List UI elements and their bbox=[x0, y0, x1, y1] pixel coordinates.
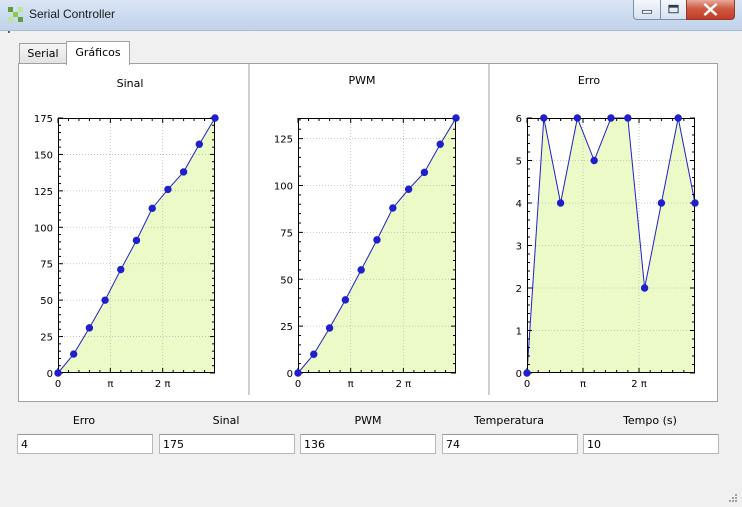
y-tick-label: 2 bbox=[516, 284, 522, 295]
data-point bbox=[389, 204, 397, 212]
data-point bbox=[420, 168, 429, 177]
tempo-field[interactable]: 10 bbox=[583, 434, 719, 454]
data-point bbox=[325, 324, 334, 332]
data-point bbox=[179, 168, 188, 176]
y-tick-label: 0 bbox=[47, 369, 53, 380]
x-tick-label: 2 π bbox=[631, 379, 647, 390]
y-tick-label: 5 bbox=[516, 157, 522, 168]
data-point bbox=[452, 114, 460, 122]
y-tick-label: 75 bbox=[40, 260, 53, 271]
y-tick-label: 175 bbox=[34, 114, 53, 125]
y-tick-label: 75 bbox=[280, 228, 293, 239]
data-point bbox=[69, 350, 78, 358]
data-point bbox=[590, 156, 598, 165]
y-tick-label: 1 bbox=[516, 327, 522, 338]
y-tick-label: 25 bbox=[40, 333, 53, 344]
data-point bbox=[573, 114, 582, 122]
data-point bbox=[132, 236, 141, 245]
tempo-label: Tempo (s) bbox=[623, 414, 677, 427]
y-tick-label: 4 bbox=[516, 199, 522, 210]
data-point bbox=[148, 204, 156, 213]
pwm-label: PWM bbox=[354, 414, 382, 427]
x-tick-label: π bbox=[580, 379, 586, 390]
y-tick-label: 3 bbox=[516, 242, 522, 253]
x-tick-label: 2 π bbox=[155, 379, 171, 390]
data-point bbox=[357, 266, 365, 274]
data-point bbox=[674, 114, 682, 122]
data-point bbox=[556, 199, 565, 207]
y-tick-label: 150 bbox=[34, 150, 53, 161]
data-point bbox=[117, 265, 125, 274]
pwm-field[interactable]: 136 bbox=[300, 434, 436, 454]
data-point bbox=[195, 140, 204, 148]
x-tick-label: 2 π bbox=[396, 379, 412, 390]
size-grip-icon[interactable] bbox=[728, 493, 738, 503]
data-point bbox=[294, 369, 302, 377]
erro-field[interactable]: 4 bbox=[17, 434, 153, 454]
y-tick-label: 125 bbox=[34, 187, 53, 198]
sinal-label: Sinal bbox=[212, 414, 240, 427]
data-point bbox=[540, 114, 548, 122]
y-tick-label: 0 bbox=[287, 369, 293, 380]
y-tick-label: 25 bbox=[280, 322, 293, 333]
x-tick-label: 0 bbox=[295, 379, 301, 390]
y-tick-label: 125 bbox=[274, 135, 293, 146]
x-tick-label: 0 bbox=[55, 379, 61, 390]
data-point bbox=[640, 284, 649, 292]
y-tick-label: 50 bbox=[280, 275, 293, 286]
data-point bbox=[607, 114, 615, 122]
data-point bbox=[657, 199, 666, 207]
data-point bbox=[310, 350, 318, 358]
temperatura-label: Temperatura bbox=[474, 414, 544, 427]
x-tick-label: π bbox=[348, 379, 354, 390]
x-tick-label: π bbox=[107, 379, 113, 390]
y-tick-label: 100 bbox=[274, 182, 293, 193]
data-point bbox=[341, 296, 350, 304]
data-point bbox=[624, 114, 632, 122]
temperatura-field[interactable]: 74 bbox=[442, 434, 578, 454]
data-point bbox=[691, 199, 699, 207]
erro-label: Erro bbox=[72, 414, 96, 427]
data-point bbox=[101, 296, 109, 304]
data-point bbox=[404, 185, 413, 193]
y-tick-label: 100 bbox=[34, 223, 53, 234]
y-tick-label: 0 bbox=[516, 369, 522, 380]
data-point bbox=[373, 236, 381, 244]
data-point bbox=[164, 185, 172, 194]
y-tick-label: 6 bbox=[516, 114, 522, 125]
charts-area: 02550751001251501750 π 2 π02550751001250 π 2… bbox=[34, 64, 699, 395]
data-point bbox=[523, 369, 531, 377]
data-point bbox=[211, 114, 219, 122]
x-tick-label: 0 bbox=[524, 379, 530, 390]
sinal-field[interactable]: 175 bbox=[159, 434, 295, 454]
tab-graficos[interactable]: Gráficos bbox=[66, 41, 130, 65]
data-point bbox=[54, 369, 62, 377]
data-point bbox=[436, 140, 444, 148]
data-point bbox=[85, 324, 94, 332]
y-tick-label: 50 bbox=[40, 296, 53, 307]
